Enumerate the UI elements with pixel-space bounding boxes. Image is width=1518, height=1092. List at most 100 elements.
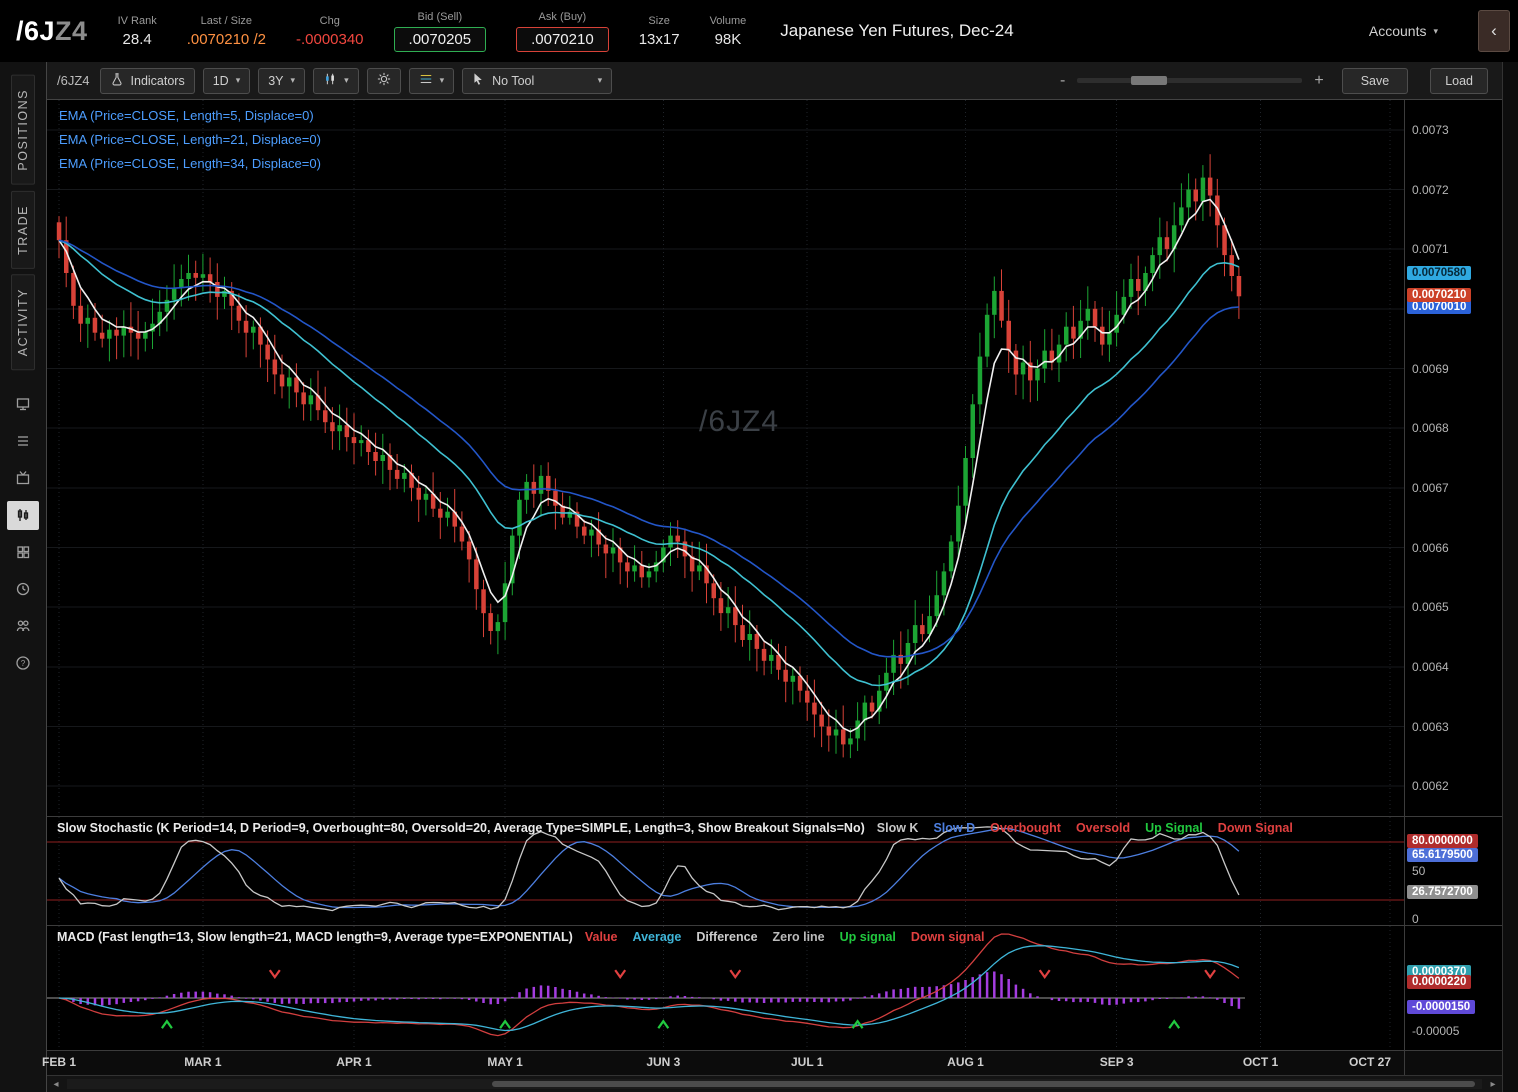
bid-field: Bid (Sell) .0070205 <box>394 11 487 52</box>
drawings-icon <box>419 72 433 89</box>
triangle-left-icon: ◂ <box>53 1079 58 1090</box>
time-axis-label: JUL 1 <box>791 1055 823 1069</box>
chart-area[interactable]: EMA (Price=CLOSE, Length=5, Displace=0) E… <box>47 100 1502 1092</box>
stochastic-chart-canvas[interactable]: Slow Stochastic (K Period=14, D Period=9… <box>47 817 1404 925</box>
price-axis[interactable]: 0.00730.00720.00710.00700.00690.00680.00… <box>1404 100 1502 816</box>
ask-field: Ask (Buy) .0070210 <box>516 11 609 52</box>
bid-button[interactable]: .0070205 <box>394 27 487 52</box>
price-chart-svg <box>47 100 1404 816</box>
macd-study-label[interactable]: MACD (Fast length=13, Slow length=21, MA… <box>57 930 573 944</box>
volume-field: Volume 98K <box>710 15 747 48</box>
zoom-slider[interactable] <box>1077 78 1302 83</box>
price-axis-tick: 0.0071 <box>1412 242 1449 256</box>
indicators-button[interactable]: Indicators <box>100 68 195 94</box>
scroll-right-button[interactable]: ▸ <box>1484 1079 1502 1090</box>
chart-style-dropdown[interactable]: ▾ <box>313 68 359 94</box>
tv-icon[interactable] <box>7 464 39 493</box>
timeframe-dropdown[interactable]: 1D▾ <box>203 68 251 94</box>
last-size-label: Last / Size <box>201 15 252 27</box>
people-icon[interactable] <box>7 612 39 641</box>
collapse-panel-button[interactable]: ‹ <box>1478 10 1510 52</box>
size-value: 13x17 <box>639 31 680 48</box>
scrollbar-thumb[interactable] <box>492 1081 1475 1087</box>
macd-axis[interactable]: -0.000050.00003700.0000220-0.0000150 <box>1404 926 1502 1050</box>
price-chart-canvas[interactable]: EMA (Price=CLOSE, Length=5, Displace=0) E… <box>47 100 1404 816</box>
cursor-icon <box>472 72 485 89</box>
help-icon[interactable]: ? <box>7 649 39 678</box>
load-button[interactable]: Load <box>1430 68 1488 94</box>
legend-item: Average <box>633 930 682 944</box>
stochastic-pane[interactable]: Slow Stochastic (K Period=14, D Period=9… <box>47 816 1502 925</box>
zoom-control: - + <box>1060 72 1324 90</box>
price-axis-tick: 0.0067 <box>1412 481 1449 495</box>
chevron-down-icon: ▾ <box>1433 26 1438 37</box>
stoch-value-label: 26.7572700 <box>1407 885 1478 899</box>
accounts-menu[interactable]: Accounts ▾ <box>1369 23 1438 39</box>
drawing-tool-dropdown[interactable]: No Tool ▾ <box>462 68 612 94</box>
price-axis-tick: 0.0068 <box>1412 421 1449 435</box>
sidebar-tab-trade[interactable]: TRADE <box>11 191 35 269</box>
study-label-ema-21[interactable]: EMA (Price=CLOSE, Length=21, Displace=0) <box>59 132 321 147</box>
left-rail: POSITIONS TRADE ACTIVITY <box>0 62 47 1092</box>
macd-pane[interactable]: MACD (Fast length=13, Slow length=21, MA… <box>47 925 1502 1050</box>
scrollbar-track[interactable] <box>67 1079 1482 1089</box>
drawing-set-dropdown[interactable]: ▾ <box>409 68 455 94</box>
stochastic-legend: Slow Stochastic (K Period=14, D Period=9… <box>57 821 1404 835</box>
price-axis-tick: 0.0065 <box>1412 600 1449 614</box>
last-size-field: Last / Size .0070210 /2 <box>187 15 266 48</box>
iv-rank-field: IV Rank 28.4 <box>118 15 157 48</box>
symbol-month: Z4 <box>55 16 88 46</box>
chg-field: Chg -.0000340 <box>296 15 364 48</box>
chevron-down-icon: ▾ <box>440 75 445 86</box>
time-axis-corner <box>1404 1051 1502 1075</box>
size-label: Size <box>648 15 669 27</box>
range-dropdown[interactable]: 3Y▾ <box>258 68 305 94</box>
legend-item: Up Signal <box>1145 821 1203 835</box>
study-label-list: EMA (Price=CLOSE, Length=5, Displace=0) E… <box>59 108 321 180</box>
instrument-title: Japanese Yen Futures, Dec-24 <box>780 21 1013 41</box>
legend-item: Oversold <box>1076 821 1130 835</box>
stochastic-axis[interactable]: 50080.000000065.617950026.7572700 <box>1404 817 1502 925</box>
study-label-ema-5[interactable]: EMA (Price=CLOSE, Length=5, Displace=0) <box>59 108 321 123</box>
chart-settings-button[interactable] <box>367 68 401 94</box>
size-field: Size 13x17 <box>639 15 680 48</box>
time-axis-label: OCT 1 <box>1243 1055 1278 1069</box>
legend-item: Down Signal <box>1218 821 1293 835</box>
symbol-root: /6J <box>16 16 55 46</box>
zoom-in-button[interactable]: + <box>1314 72 1323 90</box>
save-button[interactable]: Save <box>1342 68 1409 94</box>
time-axis-label: APR 1 <box>336 1055 371 1069</box>
legend-item: Slow D <box>933 821 975 835</box>
sidebar-tab-activity[interactable]: ACTIVITY <box>11 274 35 370</box>
sidebar-tab-positions[interactable]: POSITIONS <box>11 75 35 185</box>
price-pane[interactable]: EMA (Price=CLOSE, Length=5, Displace=0) E… <box>47 100 1502 816</box>
legend-item: Slow K <box>877 821 919 835</box>
horizontal-scrollbar[interactable]: ◂ ▸ <box>47 1075 1502 1092</box>
price-axis-tick: 0.0066 <box>1412 541 1449 555</box>
volume-value: 98K <box>715 31 742 48</box>
svg-text:?: ? <box>21 659 26 668</box>
zoom-out-button[interactable]: - <box>1060 72 1065 90</box>
scroll-left-button[interactable]: ◂ <box>47 1079 65 1090</box>
grid-icon[interactable] <box>7 538 39 567</box>
stochastic-study-label[interactable]: Slow Stochastic (K Period=14, D Period=9… <box>57 821 865 835</box>
bid-label: Bid (Sell) <box>418 11 463 23</box>
ask-button[interactable]: .0070210 <box>516 27 609 52</box>
clock-icon[interactable] <box>7 575 39 604</box>
accounts-label: Accounts <box>1369 23 1427 39</box>
price-value-label: 0.0070580 <box>1407 266 1471 280</box>
right-gutter <box>1502 62 1518 1092</box>
chevron-left-icon: ‹ <box>1491 21 1497 41</box>
list-icon[interactable] <box>7 427 39 456</box>
study-label-ema-34[interactable]: EMA (Price=CLOSE, Length=34, Displace=0) <box>59 156 321 171</box>
chart-icon[interactable] <box>7 501 39 530</box>
chevron-down-icon: ▾ <box>598 75 603 86</box>
monitor-icon[interactable] <box>7 390 39 419</box>
price-axis-tick: 0.0062 <box>1412 779 1449 793</box>
chart-symbol-label: /6JZ4 <box>57 73 90 88</box>
zoom-slider-thumb[interactable] <box>1131 76 1167 85</box>
price-axis-tick: 0.0072 <box>1412 183 1449 197</box>
macd-chart-canvas[interactable]: MACD (Fast length=13, Slow length=21, MA… <box>47 926 1404 1050</box>
candlestick-style-icon <box>323 72 337 89</box>
legend-item: Zero line <box>773 930 825 944</box>
